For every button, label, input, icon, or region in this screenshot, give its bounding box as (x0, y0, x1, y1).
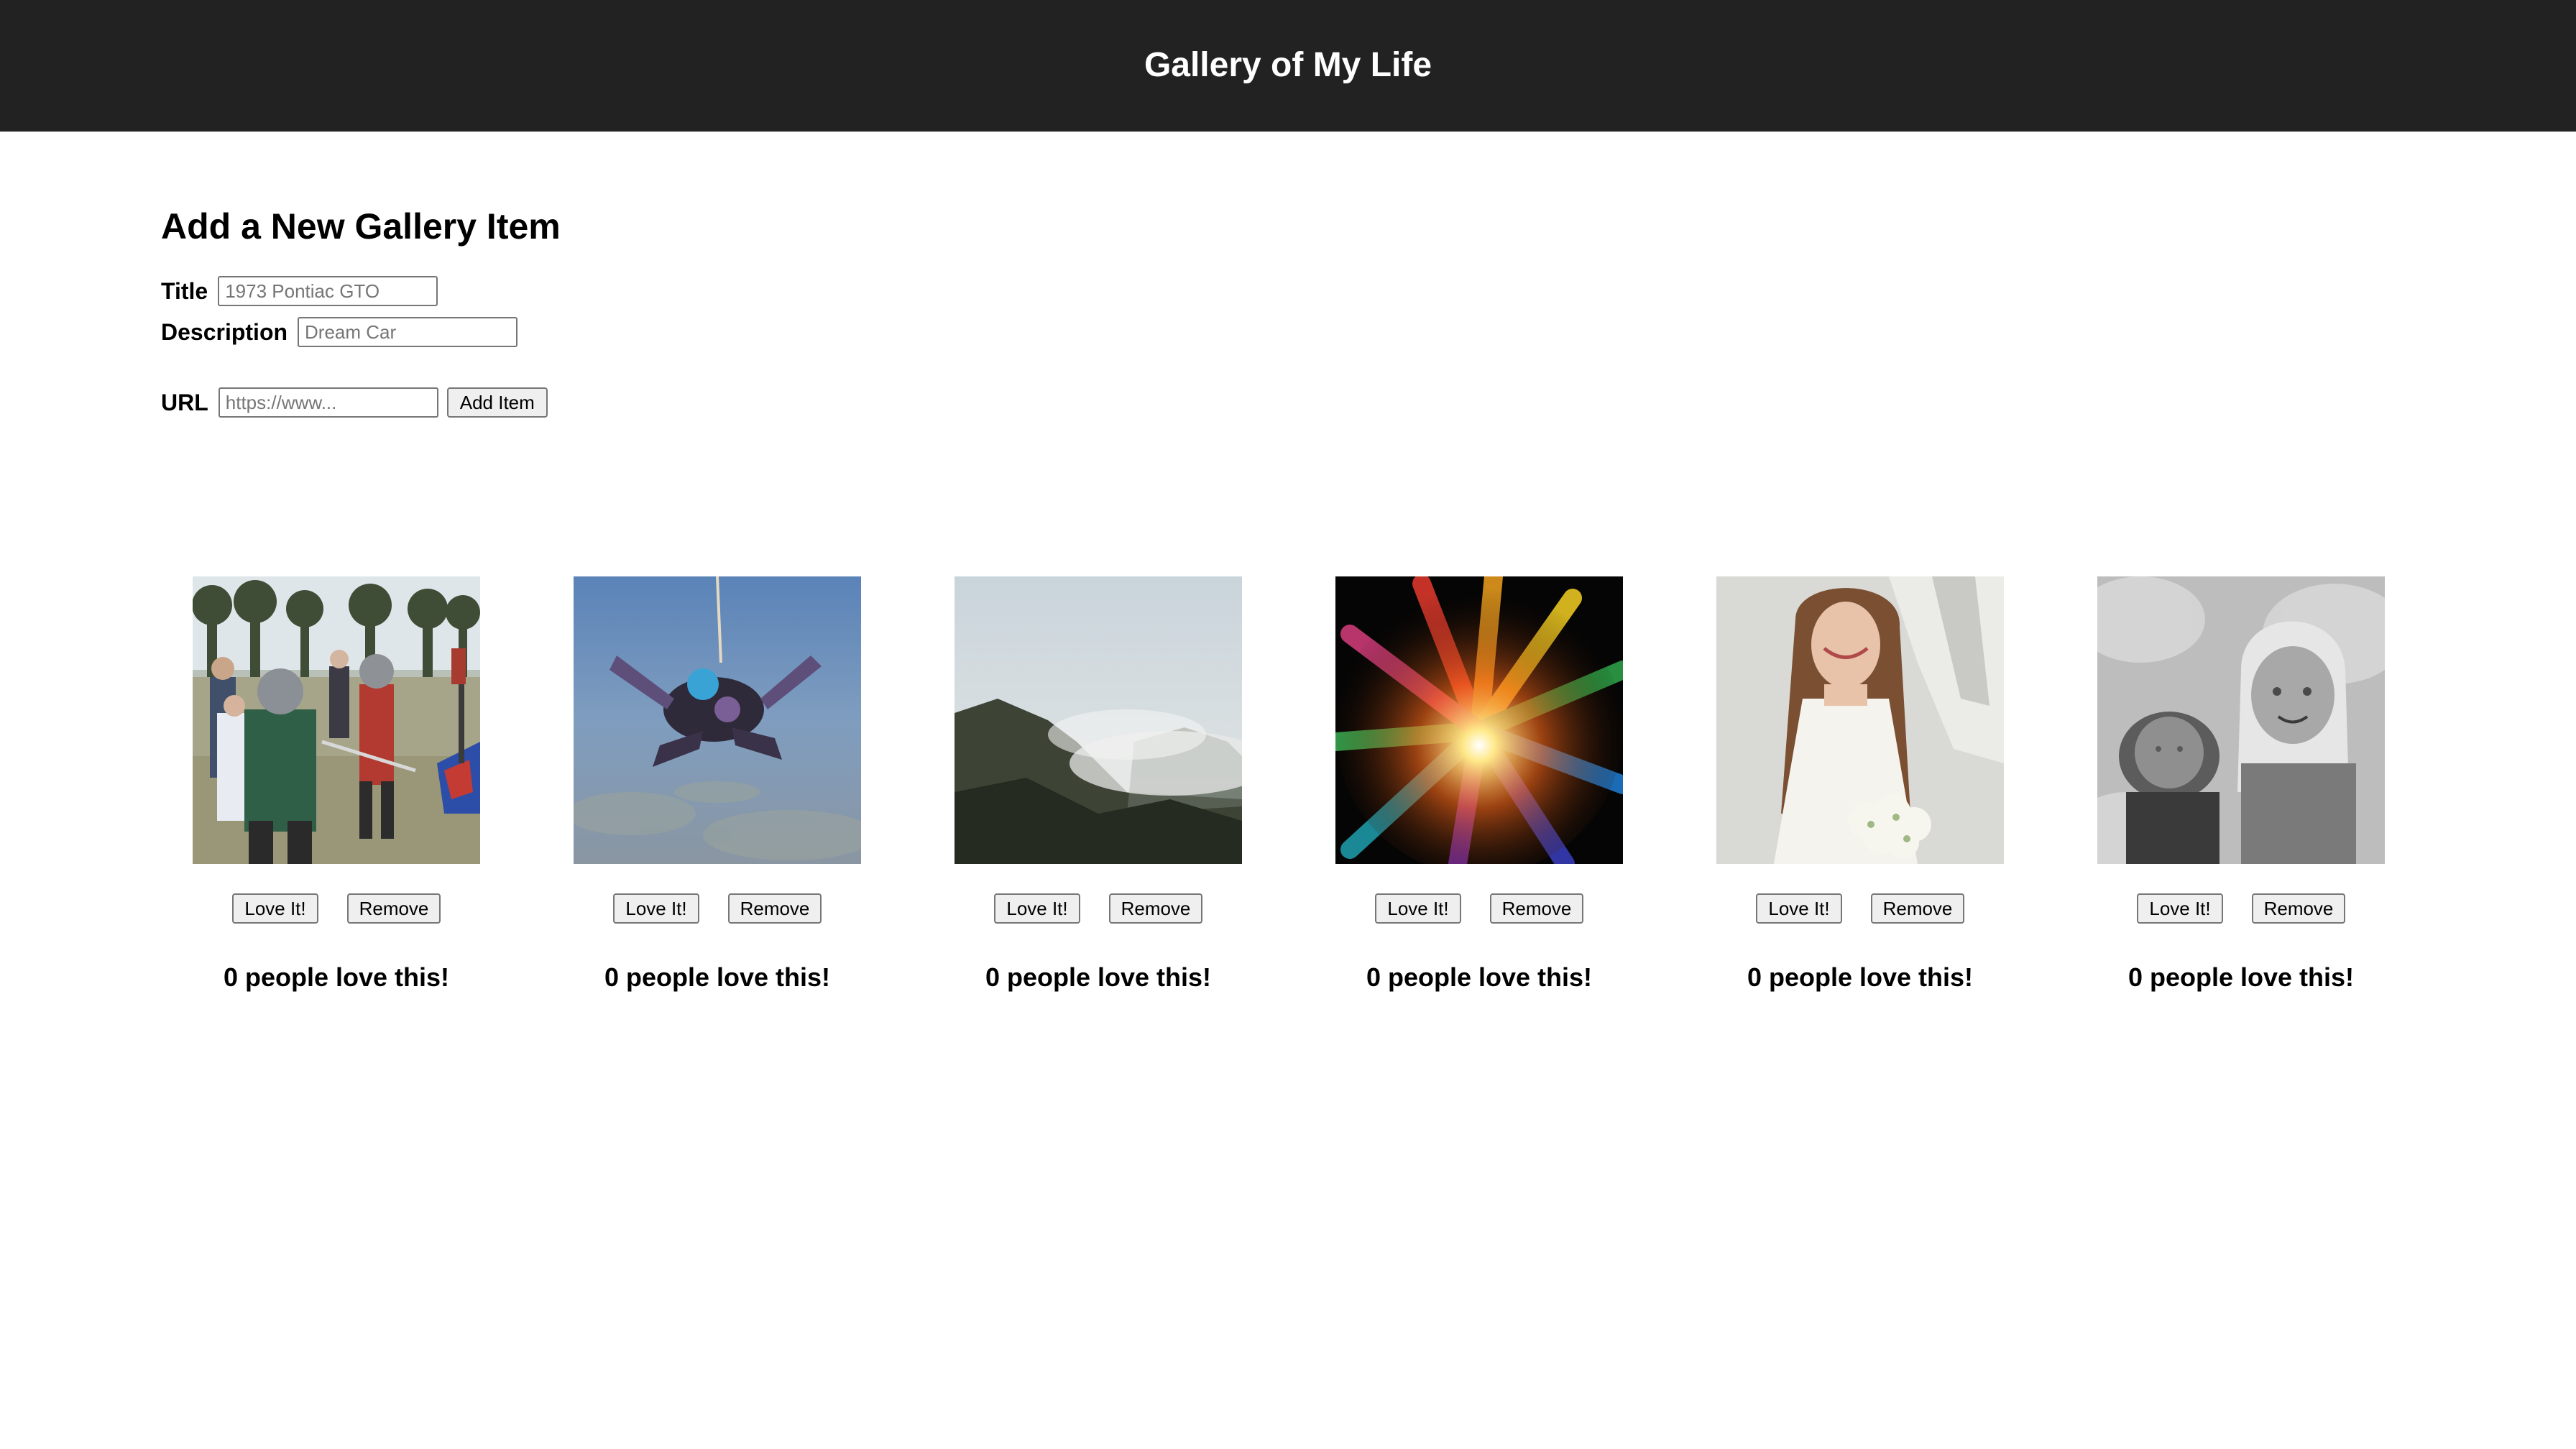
misty-mountain-valley-photo (954, 576, 1242, 864)
title-label: Title (161, 278, 208, 304)
remove-button[interactable]: Remove (1871, 893, 1964, 924)
remove-button[interactable]: Remove (347, 893, 441, 924)
love-it-button[interactable]: Love It! (1756, 893, 1842, 924)
remove-button[interactable]: Remove (2252, 893, 2345, 924)
love-count-text: 0 people love this! (985, 962, 1212, 992)
love-it-button[interactable]: Love It! (994, 893, 1080, 924)
bride-with-bouquet-photo (1716, 576, 2004, 864)
love-it-button[interactable]: Love It! (1375, 893, 1461, 924)
item-actions: Love It! Remove (574, 893, 861, 924)
url-label: URL (161, 390, 208, 415)
tandem-skydiving-photo (574, 576, 861, 864)
love-it-button[interactable]: Love It! (613, 893, 699, 924)
love-count-text: 0 people love this! (1366, 962, 1593, 992)
add-item-button[interactable]: Add Item (446, 387, 548, 418)
love-it-button[interactable]: Love It! (2137, 893, 2223, 924)
remove-button[interactable]: Remove (728, 893, 822, 924)
page-title: Gallery of My Life (1144, 46, 1432, 84)
knights-sword-fight-photo (193, 576, 480, 864)
item-actions: Love It! Remove (1716, 893, 2004, 924)
item-actions: Love It! Remove (193, 893, 480, 924)
add-item-heading: Add a New Gallery Item (161, 206, 561, 247)
title-input[interactable] (218, 276, 438, 306)
rainbow-light-burst-photo (1335, 576, 1623, 864)
remove-button[interactable]: Remove (1109, 893, 1202, 924)
item-actions: Love It! Remove (1335, 893, 1623, 924)
remove-button[interactable]: Remove (1490, 893, 1583, 924)
love-count-text: 0 people love this! (604, 962, 831, 992)
page-header: Gallery of My Life (0, 0, 2576, 132)
love-count-text: 0 people love this! (1747, 962, 1974, 992)
title-row: Title (161, 276, 438, 306)
description-input[interactable] (298, 317, 518, 347)
love-count-text: 0 people love this! (223, 962, 450, 992)
url-input[interactable] (218, 387, 438, 418)
two-children-bw-photo (2097, 576, 2385, 864)
description-label: Description (161, 319, 288, 345)
item-actions: Love It! Remove (2097, 893, 2385, 924)
love-it-button[interactable]: Love It! (232, 893, 318, 924)
love-count-text: 0 people love this! (2128, 962, 2355, 992)
description-row: Description (161, 317, 518, 347)
item-actions: Love It! Remove (954, 893, 1242, 924)
url-row: URL Add Item (161, 387, 548, 418)
